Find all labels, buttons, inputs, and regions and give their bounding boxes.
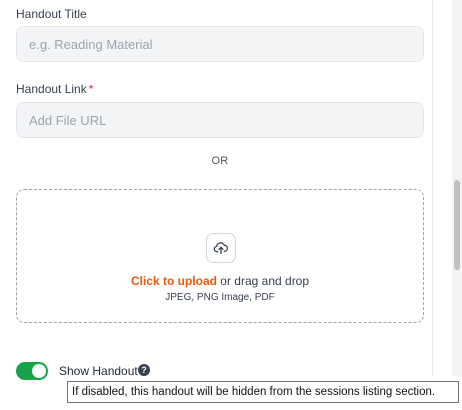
handout-link-label-text: Handout Link bbox=[16, 82, 87, 96]
accepted-formats-text: JPEG, PNG Image, PDF bbox=[165, 292, 275, 303]
click-to-upload-link[interactable]: Click to upload bbox=[131, 274, 217, 288]
help-icon[interactable]: ? bbox=[138, 364, 150, 376]
dropzone-instructions: Click to upload or drag and drop bbox=[17, 274, 423, 288]
handout-title-input[interactable] bbox=[16, 26, 424, 62]
show-handout-toggle[interactable] bbox=[16, 362, 48, 380]
drag-drop-text: or drag and drop bbox=[216, 274, 310, 288]
required-asterisk: * bbox=[88, 82, 94, 96]
show-handout-label: Show Handout bbox=[59, 364, 138, 378]
or-divider: OR bbox=[211, 155, 229, 167]
handout-form-panel: Handout Title Handout Link* OR Click to … bbox=[0, 0, 433, 376]
file-dropzone[interactable]: Click to upload or drag and drop JPEG, P… bbox=[16, 189, 424, 323]
toggle-knob bbox=[32, 364, 46, 378]
handout-link-label: Handout Link * bbox=[16, 82, 93, 96]
scrollbar-thumb[interactable] bbox=[454, 180, 460, 270]
show-handout-tooltip: If disabled, this handout will be hidden… bbox=[67, 381, 459, 403]
upload-cloud-icon[interactable] bbox=[206, 233, 236, 263]
handout-link-input[interactable] bbox=[16, 102, 424, 138]
handout-title-label: Handout Title bbox=[16, 7, 87, 21]
